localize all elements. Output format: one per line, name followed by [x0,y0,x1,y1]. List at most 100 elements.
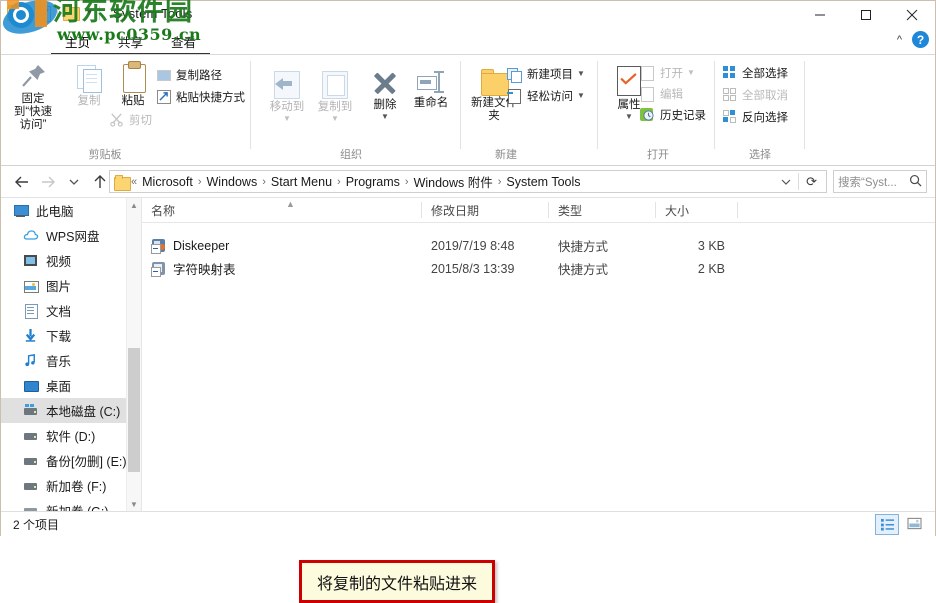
select-group-label: 选择 [749,149,771,161]
breadcrumb-overflow-icon[interactable]: « [130,176,138,188]
sidebar-item-label: 本地磁盘 (C:) [46,405,121,419]
paste-shortcut-item[interactable]: 粘贴快捷方式 [156,87,245,106]
delete-button[interactable]: 删除 ▼ [361,69,409,121]
breadcrumb-item-windows[interactable]: Windows [203,175,262,189]
file-list-pane: 名称 修改日期 类型 大小 ▲ Diskeeper 2019/7/19 8:48… [142,198,935,511]
properties-icon[interactable] [35,4,52,22]
copy-to-caret-icon[interactable]: ▼ [331,114,339,123]
address-bar-right-controls: ⟳ [774,173,824,190]
recent-locations-button[interactable] [61,171,87,193]
sidebar-item-this-pc[interactable]: 此电脑 [1,198,141,223]
back-button[interactable] [9,171,35,193]
qat-divider-3 [98,5,100,20]
sidebar-scrollbar[interactable]: ▲ ▼ [126,198,141,511]
search-box[interactable]: 搜索“Syst... [833,170,927,193]
easy-access-icon [507,88,523,104]
move-to-button[interactable]: 移动到 ▼ [263,69,311,123]
delete-x-icon [371,69,399,97]
copy-path-item[interactable]: 复制路径 [156,65,222,84]
new-folder-icon-2[interactable] [63,4,80,21]
help-icon[interactable]: ? [912,31,929,48]
column-header-type[interactable]: 类型 [549,198,656,222]
chevron-down-icon[interactable]: ▼ [85,8,94,17]
easy-access-caret-icon[interactable]: ▼ [577,91,585,100]
sidebar-item-new-volume-f[interactable]: 新加卷 (F:) [1,473,141,498]
invert-selection-item[interactable]: 反向选择 [722,107,788,126]
forward-button[interactable] [35,171,61,193]
close-button[interactable] [889,1,935,28]
column-header-name[interactable]: 名称 [142,198,422,222]
computer-icon [13,203,29,219]
file-modified-cell: 2015/8/3 13:39 [431,261,515,276]
move-to-caret-icon[interactable]: ▼ [283,114,291,123]
sidebar-item-local-disk-c[interactable]: 本地磁盘 (C:) [1,398,141,423]
easy-access-menu[interactable]: 轻松访问 ▼ [507,86,585,105]
drive-icon [23,428,39,444]
status-bar: 2 个项目 [1,511,935,536]
properties-caret-icon[interactable]: ▼ [625,112,633,121]
paste-button[interactable]: 粘贴 [109,61,157,108]
shortcut-icon [151,261,167,277]
copy-to-button[interactable]: 复制到 ▼ [311,69,359,123]
column-header-modified[interactable]: 修改日期 [422,198,549,222]
copy-button[interactable]: 复制 [65,63,113,108]
breadcrumb-item-start-menu[interactable]: Start Menu [267,175,336,189]
tab-share[interactable]: 共享 [104,28,158,56]
sidebar-item-music[interactable]: 音乐 [1,348,141,373]
sidebar-item-videos[interactable]: 视频 [1,248,141,273]
rename-button[interactable]: 重命名 [407,71,455,110]
address-bar-row: « Microsoft › Windows › Start Menu › Pro… [1,166,935,198]
maximize-button[interactable] [843,1,889,28]
delete-caret-icon[interactable]: ▼ [381,112,389,121]
table-row[interactable]: Diskeeper 2019/7/19 8:48 快捷方式 3 KB [142,234,935,257]
select-all-item[interactable]: 全部选择 [722,63,788,82]
address-dropdown-icon[interactable] [774,175,798,189]
search-input[interactable]: 搜索“Syst... [838,174,909,190]
properties-icon [615,65,643,97]
table-row[interactable]: 字符映射表 2015/8/3 13:39 快捷方式 2 KB [142,257,935,280]
sort-ascending-icon: ▲ [286,199,295,209]
large-icons-view-button[interactable] [903,514,925,533]
details-view-button[interactable] [875,514,899,535]
history-item[interactable]: 历史记录 [640,105,706,124]
search-icon[interactable] [909,174,922,190]
sidebar-item-downloads[interactable]: 下载 [1,323,141,348]
drive-icon [23,478,39,494]
scroll-down-icon[interactable]: ▼ [127,497,141,511]
edit-item[interactable]: 编辑 [640,84,683,103]
breadcrumb-item-microsoft[interactable]: Microsoft [138,175,197,189]
sidebar-item-documents[interactable]: 文档 [1,298,141,323]
sidebar-item-wps-cloud[interactable]: WPS网盘 [1,223,141,248]
select-none-icon [722,87,738,103]
breadcrumb-item-system-tools[interactable]: System Tools [502,175,584,189]
minimize-button[interactable] [797,1,843,28]
sidebar-item-desktop[interactable]: 桌面 [1,373,141,398]
breadcrumb-item-windows-accessories[interactable]: Windows 附件 [410,172,497,191]
new-item-menu[interactable]: 新建项目 ▼ [507,64,585,83]
sidebar-item-label: 此电脑 [36,205,74,219]
column-header-size[interactable]: 大小 [656,198,738,222]
tab-home[interactable]: 主页 [51,28,105,56]
pin-to-quick-access-button[interactable]: 固定到“快速访问” [9,61,57,132]
drive-icon [23,503,39,511]
new-folder-icon[interactable] [7,4,24,21]
open-caret-icon[interactable]: ▼ [687,68,695,77]
collapse-ribbon-icon[interactable]: ^ [897,34,902,46]
refresh-icon[interactable]: ⟳ [799,174,824,190]
new-item-caret-icon[interactable]: ▼ [577,69,585,78]
sidebar-item-label: 新加卷 (G:) [46,501,109,511]
sidebar-item-pictures[interactable]: 图片 [1,273,141,298]
sidebar-item-software-d[interactable]: 软件 (D:) [1,423,141,448]
breadcrumb-item-programs[interactable]: Programs [342,175,404,189]
paste-label: 粘贴 [121,95,145,107]
scrollbar-thumb[interactable] [128,348,140,472]
copy-to-label: 复制到 [317,101,353,113]
sidebar-item-backup-e[interactable]: 备份[勿删] (E:) [1,448,141,473]
address-bar[interactable]: « Microsoft › Windows › Start Menu › Pro… [109,170,827,193]
tab-view[interactable]: 查看 [157,28,211,56]
cut-item[interactable]: 剪切 [109,110,152,129]
open-item[interactable]: 打开 ▼ [640,63,695,82]
scroll-up-icon[interactable]: ▲ [127,198,141,212]
sidebar-item-new-volume-g[interactable]: 新加卷 (G:) [1,498,141,511]
select-none-item[interactable]: 全部取消 [722,85,788,104]
